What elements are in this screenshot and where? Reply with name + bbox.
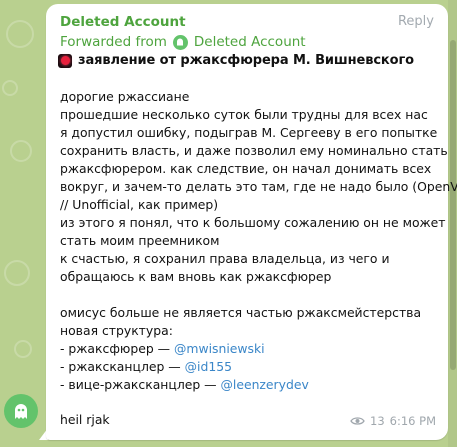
message-line: стать моим преемником — [60, 233, 220, 248]
mention-link[interactable]: @leenzerydev — [221, 377, 309, 392]
message-line: вокруг, и зачем-то делать это там, где н… — [60, 179, 457, 194]
scrollbar[interactable] — [448, 0, 457, 447]
forwarded-avatar[interactable] — [172, 34, 188, 50]
message-line: дорогие ржассиане — [60, 89, 190, 104]
role-label: - ржаксканцлер — — [60, 359, 185, 374]
sender-name[interactable]: Deleted Account — [60, 14, 186, 30]
role-label: - вице-ржаксканцлер — — [60, 377, 221, 392]
ghost-icon — [177, 38, 184, 46]
message-line: обращаюсь к вам вновь как ржаксфюрер — [60, 269, 332, 284]
role-label: - ржаксфюрер — — [60, 341, 174, 356]
message-line: // Unofficial, как пример) — [60, 197, 219, 212]
view-count: 13 — [370, 414, 385, 428]
message-bubble[interactable]: Deleted Account Reply Forwarded from Del… — [46, 4, 457, 440]
sender-avatar[interactable] — [4, 394, 38, 428]
ghost-icon — [15, 404, 27, 419]
message-line: из этого я понял, что к большому сожален… — [60, 215, 446, 230]
title-text: заявление от ржаксфюрера М. Вишневского — [78, 53, 415, 68]
message-meta: 13 6:16 PM — [350, 414, 436, 428]
message-line: к счастью, я сохранил права владельца, и… — [60, 251, 390, 266]
message-time: 6:16 PM — [389, 414, 436, 428]
message-line: сохранить власть, и даже позволил ему но… — [60, 143, 448, 158]
mention-link[interactable]: @mwisniewski — [174, 341, 265, 356]
message-line: новая структура: — [60, 323, 173, 338]
eye-icon — [350, 417, 365, 425]
message-line: я допустил ошибку, подыграв М. Сергееву … — [60, 125, 438, 140]
role-line-chancellor: - ржаксканцлер — @id155 — [60, 358, 440, 376]
message-line: прошедшие несколько суток были трудны дл… — [60, 107, 428, 122]
closing-line: heil rjak — [60, 412, 110, 427]
message-line: ржаксфюрером. как следствие, он начал до… — [60, 161, 432, 176]
reply-button[interactable]: Reply — [398, 14, 434, 29]
mention-link[interactable]: @id155 — [185, 359, 232, 374]
role-line-fuhrer: - ржаксфюрер — @mwisniewski — [60, 340, 440, 358]
forwarded-label: Forwarded from — [60, 34, 167, 50]
forwarded-header: Forwarded from Deleted Account — [60, 32, 306, 52]
message-line: омисус больше не является частью ржаксме… — [60, 305, 422, 320]
role-line-vice-chancellor: - вице-ржаксканцлер — @leenzerydev — [60, 376, 440, 394]
scrollbar-thumb[interactable] — [450, 40, 456, 370]
message-body: дорогие ржассиане прошедшие несколько су… — [60, 88, 457, 394]
message-title: заявление от ржаксфюрера М. Вишневского — [58, 53, 414, 68]
red-light-emoji-icon — [58, 53, 72, 68]
forwarded-from-name[interactable]: Deleted Account — [194, 34, 306, 50]
